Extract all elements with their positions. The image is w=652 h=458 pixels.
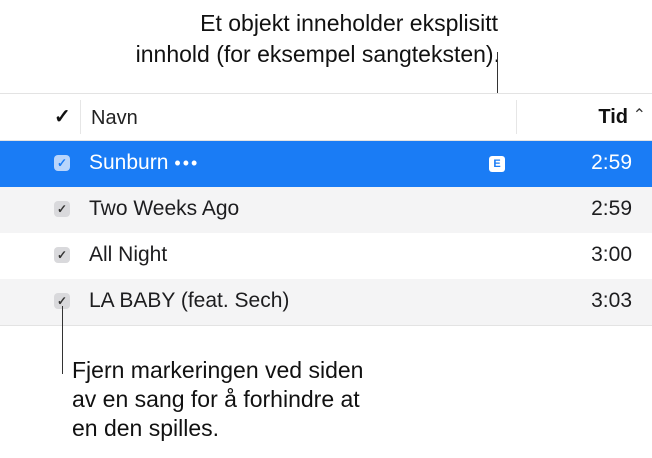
- song-title: All Night: [89, 243, 168, 266]
- song-time: 3:03: [591, 289, 632, 312]
- song-row[interactable]: ✓ LA BABY (feat. Sech) 3:03: [0, 279, 652, 325]
- song-row[interactable]: ✓ All Night 3:00: [0, 233, 652, 279]
- song-title: Two Weeks Ago: [89, 197, 240, 220]
- song-list: ✓ Navn Tid ⌃ ✓ Sunburn ••• E 2:59 ✓ Two W…: [0, 93, 652, 326]
- checkbox-callout-leader: [62, 306, 63, 374]
- song-row[interactable]: ✓ Sunburn ••• E 2:59: [0, 141, 652, 187]
- list-bottom-divider: [0, 325, 652, 326]
- column-divider[interactable]: [516, 100, 517, 134]
- explicit-badge-icon: E: [489, 156, 505, 172]
- sort-ascending-icon[interactable]: ⌃: [633, 105, 646, 125]
- explicit-callout: Et objekt inneholder eksplisitt innhold …: [0, 8, 500, 70]
- song-title: Sunburn •••: [89, 151, 200, 174]
- checkmark-column-header[interactable]: ✓: [54, 104, 71, 129]
- song-time: 3:00: [591, 243, 632, 266]
- song-row[interactable]: ✓ Two Weeks Ago 2:59: [0, 187, 652, 233]
- song-checkbox[interactable]: ✓: [54, 247, 70, 263]
- song-title: LA BABY (feat. Sech): [89, 289, 290, 312]
- explicit-callout-line2: innhold (for eksempel sangteksten).: [135, 41, 500, 67]
- explicit-callout-line1: Et objekt inneholder eksplisitt: [200, 10, 498, 36]
- song-time: 2:59: [591, 151, 632, 174]
- song-checkbox[interactable]: ✓: [54, 201, 70, 217]
- checkbox-callout-line3: en den spilles.: [72, 415, 220, 441]
- song-time: 2:59: [591, 197, 632, 220]
- checkbox-callout-line1: Fjern markeringen ved siden: [72, 357, 364, 383]
- song-checkbox[interactable]: ✓: [54, 155, 70, 171]
- column-divider[interactable]: [80, 100, 81, 134]
- name-column-header[interactable]: Navn: [91, 107, 138, 130]
- more-options-icon[interactable]: •••: [174, 153, 199, 173]
- time-column-header[interactable]: Tid: [598, 106, 628, 129]
- checkbox-callout: Fjern markeringen ved siden av en sang f…: [72, 356, 363, 443]
- checkbox-callout-line2: av en sang for å forhindre at: [72, 386, 360, 412]
- song-list-header: ✓ Navn Tid ⌃: [0, 93, 652, 141]
